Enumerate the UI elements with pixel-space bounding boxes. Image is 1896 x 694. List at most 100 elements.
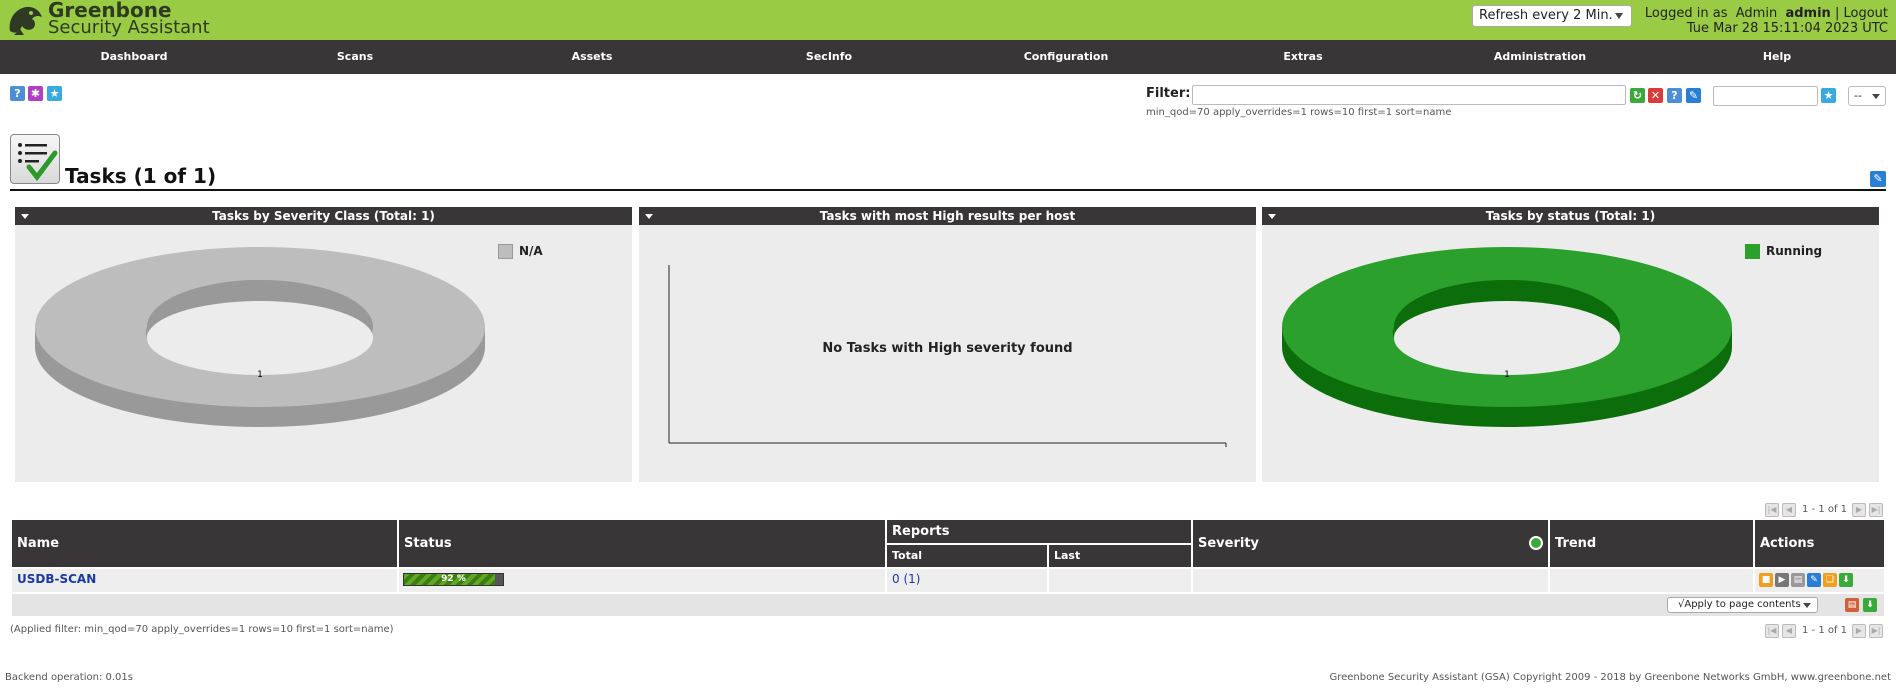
chart-legend: Running (1745, 244, 1822, 259)
nav-configuration[interactable]: Configuration (1024, 40, 1109, 74)
severity-donut-chart: 1 (35, 247, 485, 427)
title-divider (10, 189, 1886, 191)
chevron-down-icon[interactable] (21, 214, 29, 219)
donut-hole (147, 301, 373, 375)
main-nav: Dashboard Scans Assets SecInfo Configura… (0, 40, 1896, 74)
reports-total-cell: 0 (1) (887, 569, 1047, 592)
edit-filter-icon[interactable]: ✎ (1686, 88, 1701, 103)
refresh-interval-value: Refresh every 2 Min. (1479, 8, 1613, 23)
edit-dashboard-icon[interactable]: ✎ (1870, 171, 1886, 187)
user-info: Logged in as Admin admin | Logout Tue Ma… (1645, 6, 1888, 36)
help-icon[interactable]: ? (10, 86, 25, 101)
task-progress-bar: 92 % (403, 573, 504, 586)
save-filter-icon[interactable]: ★ (1821, 88, 1836, 103)
resume-icon[interactable]: ▶ (1775, 573, 1789, 587)
column-header-name[interactable]: Name (12, 520, 397, 567)
new-task-wizard-icon[interactable]: ✱ (28, 86, 43, 101)
severity-cell (1193, 569, 1548, 592)
reports-total-link[interactable]: 0 (1) (892, 572, 920, 586)
page-title: Tasks (1 of 1) (65, 164, 217, 188)
chevron-down-icon[interactable] (645, 214, 653, 219)
backend-operation-time: Backend operation: 0.01s (5, 672, 133, 683)
panel-title: Tasks by Severity Class (Total: 1) (212, 209, 435, 223)
delete-filter-icon[interactable]: ✕ (1648, 88, 1663, 103)
column-header-trend[interactable]: Trend (1550, 520, 1753, 567)
nav-assets[interactable]: Assets (572, 40, 613, 74)
copyright-text: Greenbone Security Assistant (GSA) Copyr… (1329, 672, 1891, 683)
nav-dashboard[interactable]: Dashboard (100, 40, 167, 74)
bulk-export-icon[interactable]: ⬇ (1863, 598, 1877, 612)
chevron-down-icon (1872, 94, 1880, 99)
progress-label: 92 % (441, 574, 466, 584)
stop-icon[interactable]: ■ (1759, 573, 1773, 587)
user-role: Admin (1735, 6, 1778, 21)
bulk-trashcan-icon[interactable]: ▤ (1845, 598, 1859, 612)
severity-class-panel: Tasks by Severity Class (Total: 1) 1 N/A (15, 207, 632, 482)
severity-header-label: Severity (1198, 536, 1260, 551)
column-header-status[interactable]: Status (399, 520, 885, 567)
high-results-panel: Tasks with most High results per host No… (639, 207, 1256, 482)
clone-icon[interactable]: ❏ (1823, 573, 1837, 587)
tasks-icon (10, 134, 60, 184)
legend-label: Running (1766, 244, 1823, 258)
new-task-icon[interactable]: ★ (47, 86, 62, 101)
panel-header: Tasks by Severity Class (Total: 1) (15, 207, 632, 225)
bulk-apply-value: √Apply to page contents (1678, 599, 1801, 610)
nav-administration[interactable]: Administration (1494, 40, 1586, 74)
legend-swatch (498, 244, 513, 259)
slice-value-label: 1 (1504, 370, 1510, 380)
first-page-icon[interactable]: |◀ (1765, 624, 1779, 638)
column-header-severity[interactable]: Severity (1193, 520, 1548, 567)
bulk-apply-select[interactable]: √Apply to page contents (1667, 597, 1818, 613)
bulk-action-bar (12, 594, 1884, 616)
export-icon[interactable]: ⬇ (1839, 573, 1853, 587)
refresh-interval-select[interactable]: Refresh every 2 Min. (1472, 5, 1632, 27)
status-panel: Tasks by status (Total: 1) 1 Running (1262, 207, 1879, 482)
chevron-down-icon (1615, 13, 1623, 19)
column-header-reports: Reports (887, 520, 1191, 543)
logout-link[interactable]: Logout (1843, 6, 1888, 21)
task-name-cell: USDB-SCAN (12, 569, 397, 592)
task-name-link[interactable]: USDB-SCAN (17, 572, 96, 586)
refresh-icon[interactable]: ↻ (1630, 88, 1645, 103)
help-icon[interactable]: ? (1667, 88, 1682, 103)
nav-extras[interactable]: Extras (1283, 40, 1322, 74)
panel-header: Tasks with most High results per host (639, 207, 1256, 225)
applied-filter-text: (Applied filter: min_qod=70 apply_overri… (10, 624, 394, 635)
trashcan-icon[interactable]: ▤ (1791, 573, 1805, 587)
panel-header: Tasks by status (Total: 1) (1262, 207, 1879, 225)
nav-help[interactable]: Help (1763, 40, 1791, 74)
panel-title: Tasks with most High results per host (819, 209, 1076, 223)
username-link[interactable]: admin (1785, 6, 1830, 21)
last-page-icon[interactable]: ▶| (1869, 503, 1883, 517)
slice-value-label: 1 (257, 370, 263, 380)
current-filter-string: min_qod=70 apply_overrides=1 rows=10 fir… (1146, 107, 1452, 118)
next-page-icon[interactable]: ▶ (1852, 624, 1866, 638)
legend-swatch (1745, 244, 1760, 259)
first-page-icon[interactable]: |◀ (1765, 503, 1779, 517)
last-page-icon[interactable]: ▶| (1869, 624, 1883, 638)
edit-icon[interactable]: ✎ (1807, 573, 1821, 587)
column-header-reports-last[interactable]: Last (1049, 545, 1191, 567)
reports-last-cell (1049, 569, 1191, 592)
column-header-reports-total[interactable]: Total (887, 545, 1047, 567)
trend-cell (1550, 569, 1753, 592)
filter-name-input[interactable] (1713, 86, 1818, 106)
prev-page-icon[interactable]: ◀ (1782, 503, 1796, 517)
pagination-text: 1 - 1 of 1 (1802, 625, 1848, 636)
no-data-message: No Tasks with High severity found (822, 341, 1073, 356)
greenbone-logo-icon (9, 6, 43, 35)
filter-input[interactable] (1192, 85, 1626, 105)
current-datetime: Tue Mar 28 15:11:04 2023 UTC (1686, 21, 1888, 36)
chevron-down-icon[interactable] (1268, 214, 1276, 219)
status-donut-chart: 1 (1282, 247, 1732, 427)
logged-in-label: Logged in as (1644, 6, 1728, 21)
severity-info-icon[interactable] (1529, 536, 1543, 550)
nav-secinfo[interactable]: SecInfo (806, 40, 852, 74)
filter-label: Filter: (1146, 86, 1191, 101)
nav-scans[interactable]: Scans (337, 40, 373, 74)
brand-subtitle: Security Assistant (48, 17, 210, 38)
saved-filter-select[interactable]: -- (1848, 86, 1886, 106)
next-page-icon[interactable]: ▶ (1852, 503, 1866, 517)
prev-page-icon[interactable]: ◀ (1782, 624, 1796, 638)
